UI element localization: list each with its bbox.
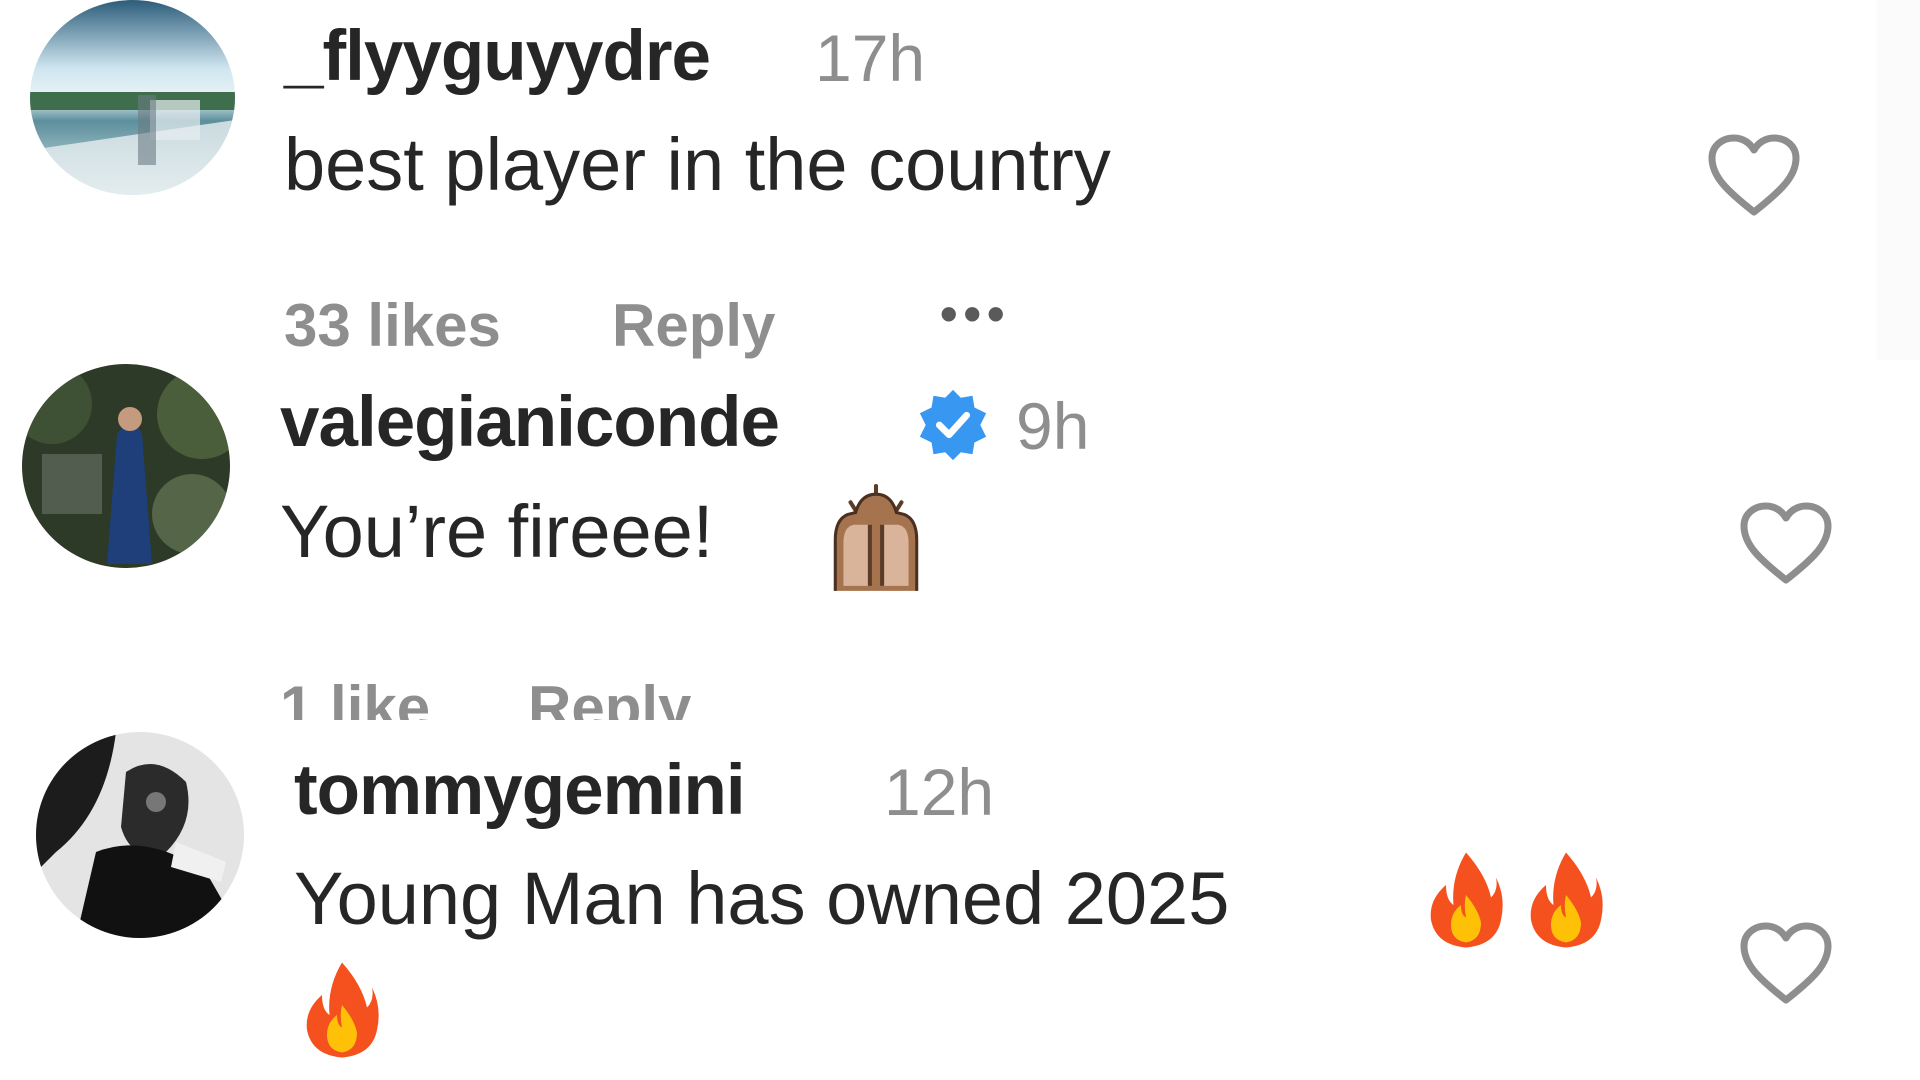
avatar-image — [22, 364, 230, 568]
avatar-image — [36, 732, 244, 938]
comment-username[interactable]: valegianiconde — [280, 382, 780, 463]
comment-meta-row: 1 like Reply — [276, 665, 976, 720]
avatar-flyyguyydre[interactable] — [30, 0, 235, 195]
fire-emoji-icon — [1430, 852, 1503, 948]
avatar-tommygemini[interactable] — [36, 732, 244, 938]
reply-button[interactable]: Reply — [612, 291, 775, 360]
like-heart-icon[interactable] — [1706, 132, 1802, 218]
comment-username[interactable]: _flyyguyydre — [284, 16, 711, 97]
fire-emoji-icon — [306, 962, 379, 1058]
comment-3: tommygemini 12h Young Man has owned 2025 — [0, 720, 1920, 1080]
like-count[interactable]: 1 like — [280, 673, 430, 720]
comment-text: Young Man has owned 2025 — [294, 857, 1230, 940]
more-options-button[interactable]: ••• — [940, 285, 1011, 343]
avatar-valegianiconde[interactable] — [22, 364, 230, 568]
fire-emoji-icon — [1530, 852, 1603, 948]
verified-badge-icon — [919, 389, 987, 461]
comment-time: 9h — [1016, 389, 1090, 463]
comment-text: You’re fireee! — [280, 490, 714, 573]
like-heart-icon[interactable] — [1738, 500, 1834, 586]
comment-text: best player in the country — [284, 123, 1111, 206]
reply-button[interactable]: Reply — [528, 673, 691, 720]
like-heart-icon[interactable] — [1738, 920, 1834, 1006]
comment-2: valegianiconde 9h You’re fireee! 1 like … — [0, 360, 1920, 720]
comment-time: 17h — [815, 21, 926, 95]
comment-meta-row: 33 likes Reply ••• — [280, 285, 1080, 360]
like-count[interactable]: 33 likes — [284, 291, 501, 360]
comment-1: _flyyguyydre 17h best player in the coun… — [0, 0, 1920, 360]
raised-hands-emoji-icon — [833, 484, 919, 591]
avatar-image — [30, 0, 235, 195]
comment-time: 12h — [884, 755, 995, 829]
comment-username[interactable]: tommygemini — [294, 750, 746, 831]
